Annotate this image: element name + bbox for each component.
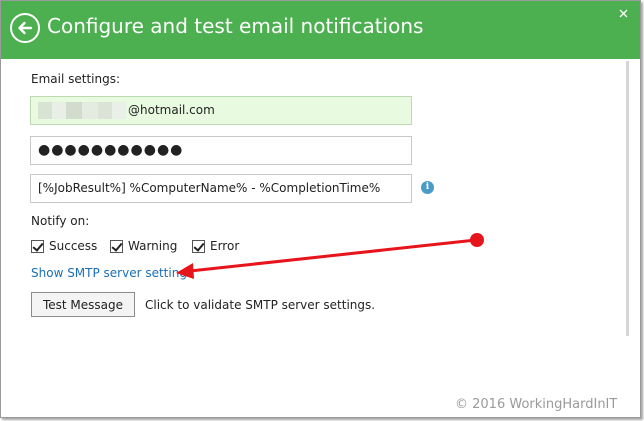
back-arrow-icon [18, 21, 33, 35]
email-domain: @hotmail.com [128, 103, 215, 117]
password-mask: ●●●●●●●●●●● [38, 142, 184, 158]
redacted-username [38, 102, 126, 119]
watermark: © 2016 WorkingHardInIT [455, 397, 618, 412]
subject-value: [%JobResult%] %ComputerName% - %Completi… [38, 181, 381, 195]
warning-label: Warning [128, 239, 178, 253]
error-label: Error [210, 239, 240, 253]
notify-on-label: Notify on: [31, 214, 90, 228]
checkbox-icon[interactable] [31, 239, 44, 253]
close-icon [619, 9, 627, 17]
error-checkbox[interactable]: Error [192, 239, 239, 253]
show-smtp-settings-link[interactable]: Show SMTP server settings [31, 266, 193, 280]
vertical-scrollbar[interactable] [626, 61, 629, 336]
back-button[interactable] [10, 13, 40, 43]
test-hint-text: Click to validate SMTP server settings. [145, 298, 376, 312]
title-bar: Configure and test email notifications [1, 1, 640, 59]
success-checkbox[interactable]: Success [31, 239, 97, 253]
recipient-email-field[interactable]: @hotmail.com [30, 96, 412, 125]
info-icon[interactable]: i [421, 181, 434, 194]
subject-field[interactable]: [%JobResult%] %ComputerName% - %Completi… [30, 174, 412, 203]
checkbox-icon[interactable] [192, 239, 205, 253]
dialog-title: Configure and test email notifications [47, 14, 424, 38]
close-button[interactable] [616, 6, 630, 20]
password-field[interactable]: ●●●●●●●●●●● [30, 136, 412, 165]
email-settings-label: Email settings: [31, 72, 121, 86]
warning-checkbox[interactable]: Warning [110, 239, 177, 253]
dialog-window: Configure and test email notifications E… [0, 0, 641, 418]
checkbox-icon[interactable] [110, 239, 123, 253]
success-label: Success [49, 239, 98, 253]
test-message-button[interactable]: Test Message [31, 292, 135, 317]
